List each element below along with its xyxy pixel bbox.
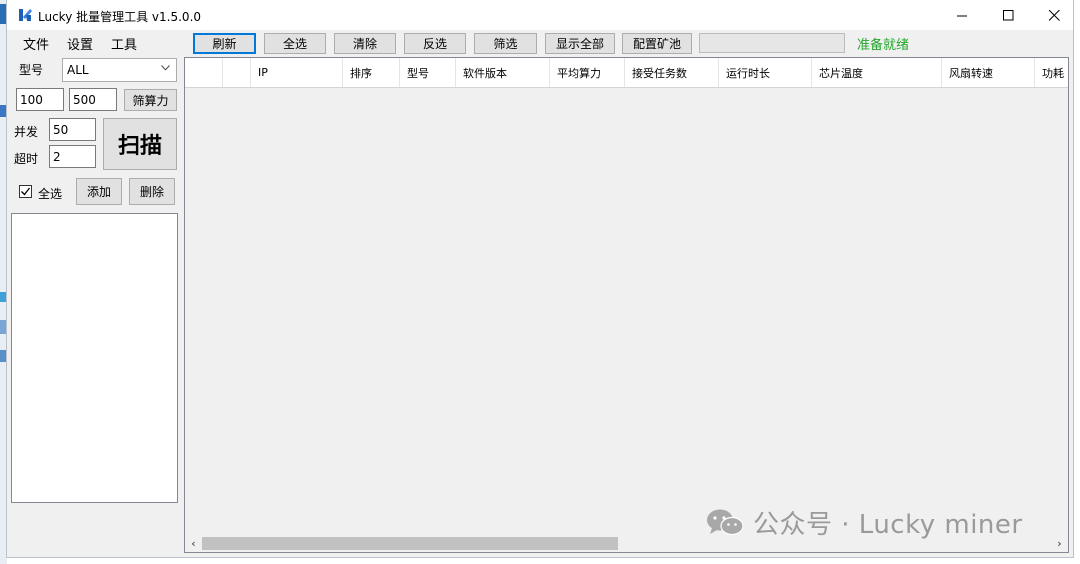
model-select-value: ALL [67, 63, 89, 77]
range-from-input[interactable]: 100 [16, 88, 64, 111]
filter-button[interactable]: 筛选 [474, 33, 537, 54]
clear-button[interactable]: 清除 [334, 33, 396, 54]
maximize-icon [1002, 9, 1013, 20]
app-window: Lucky 批量管理工具 v1.5.0.0 文件 设置 工具 刷新 全选 清除 … [6, 0, 1074, 558]
checkmark-icon [21, 187, 30, 196]
col-header-sort[interactable]: 排序 [343, 58, 400, 87]
close-button[interactable] [1031, 0, 1077, 30]
show-all-button[interactable]: 显示全部 [545, 33, 615, 54]
col-header-power[interactable]: 功耗 [1035, 58, 1068, 87]
col-header-chip-temp[interactable]: 芯片温度 [812, 58, 942, 87]
minimize-icon [956, 15, 967, 16]
refresh-button[interactable]: 刷新 [193, 33, 256, 54]
scan-button[interactable]: 扫描 [103, 118, 177, 170]
col-header-firmware[interactable]: 软件版本 [456, 58, 550, 87]
menu-tools[interactable]: 工具 [111, 34, 137, 53]
model-label: 型号 [19, 63, 44, 77]
select-all-label: 全选 [38, 187, 63, 201]
col-header-uptime[interactable]: 运行时长 [719, 58, 812, 87]
timeout-input[interactable]: 2 [49, 145, 96, 168]
timeout-label: 超时 [14, 152, 39, 166]
col-header-index[interactable] [223, 58, 251, 87]
invert-selection-button[interactable]: 反选 [404, 33, 466, 54]
col-header-ip[interactable]: IP [251, 58, 343, 87]
concurrency-label: 并发 [14, 125, 39, 139]
table-header: IP 排序 型号 软件版本 平均算力 接受任务数 运行时长 芯片温度 风扇转速 … [185, 58, 1068, 88]
ip-list-box[interactable] [11, 213, 178, 503]
select-all-checkbox[interactable] [19, 185, 32, 198]
minimize-button[interactable] [939, 0, 985, 30]
maximize-button[interactable] [985, 0, 1031, 30]
range-to-input[interactable]: 500 [69, 88, 117, 111]
concurrency-input[interactable]: 50 [49, 118, 96, 141]
app-logo-icon [19, 9, 32, 21]
watermark-text: 公众号 · Lucky miner [753, 509, 1023, 540]
scroll-right-icon[interactable]: › [1051, 535, 1068, 552]
delete-button[interactable]: 删除 [129, 178, 175, 205]
add-button[interactable]: 添加 [76, 178, 122, 205]
chevron-down-icon [161, 65, 170, 71]
title-bar: Lucky 批量管理工具 v1.5.0.0 [7, 0, 1073, 30]
menu-file[interactable]: 文件 [23, 34, 49, 53]
watermark: 公众号 · Lucky miner [705, 505, 1023, 540]
menu-settings[interactable]: 设置 [67, 34, 93, 53]
select-all-toolbar-button[interactable]: 全选 [264, 33, 326, 54]
close-icon [1048, 9, 1060, 21]
filter-hashrate-button[interactable]: 筛算力 [124, 89, 177, 111]
wechat-icon [707, 509, 744, 536]
col-header-avg-hashrate[interactable]: 平均算力 [550, 58, 625, 87]
config-pool-button[interactable]: 配置矿池 [622, 33, 692, 54]
col-header-select[interactable] [185, 58, 223, 87]
model-select[interactable]: ALL [62, 58, 177, 82]
progress-bar [699, 33, 845, 53]
col-header-model[interactable]: 型号 [400, 58, 456, 87]
col-header-fan-speed[interactable]: 风扇转速 [942, 58, 1035, 87]
scroll-left-icon[interactable]: ‹ [185, 535, 202, 552]
col-header-accepted-shares[interactable]: 接受任务数 [625, 58, 719, 87]
miner-table[interactable]: IP 排序 型号 软件版本 平均算力 接受任务数 运行时长 芯片温度 风扇转速 … [184, 57, 1069, 553]
scrollbar-thumb[interactable] [202, 537, 618, 550]
menu-bar: 文件 设置 工具 [7, 30, 183, 54]
window-title: Lucky 批量管理工具 v1.5.0.0 [38, 10, 202, 24]
status-text: 准备就绪 [857, 38, 910, 53]
